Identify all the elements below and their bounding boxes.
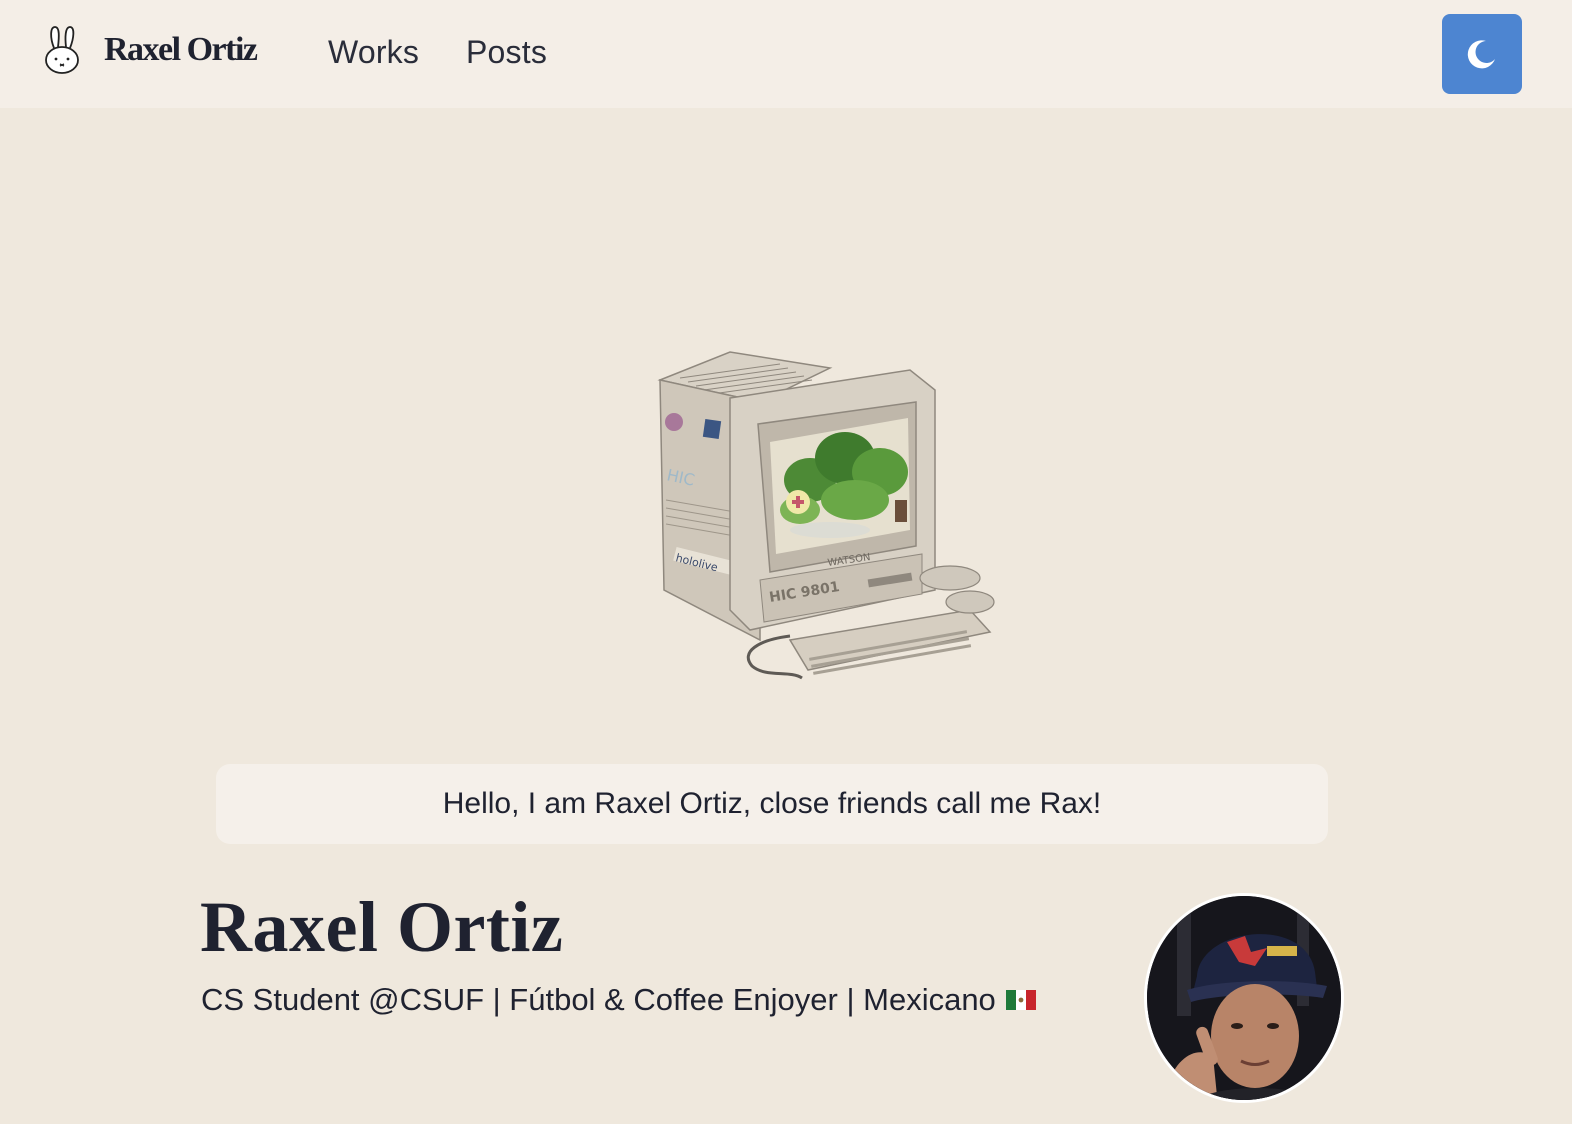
nav-works-link[interactable]: Works: [328, 34, 419, 71]
profile-tagline: CS Student @CSUF | Fútbol & Coffee Enjoy…: [201, 982, 1036, 1018]
greeting-banner: Hello, I am Raxel Ortiz, close friends c…: [216, 764, 1328, 844]
retro-computer-illustration: HIC hololive WATSON HIC 9801: [640, 340, 1010, 690]
bunny-icon: [45, 26, 79, 74]
navbar: Raxel Ortiz Works Posts: [0, 0, 1572, 108]
nav-posts-link[interactable]: Posts: [466, 34, 547, 71]
brand-name: Raxel Ortiz: [104, 31, 258, 68]
theme-toggle-button[interactable]: [1442, 14, 1522, 94]
mexico-flag-icon: [1005, 990, 1036, 1010]
moon-icon: [1467, 40, 1495, 69]
profile-name: Raxel Ortiz: [200, 887, 564, 967]
tagline-text: CS Student @CSUF | Fútbol & Coffee Enjoy…: [201, 982, 996, 1017]
brand-home-link[interactable]: Raxel Ortiz: [40, 20, 258, 80]
avatar: [1144, 893, 1344, 1103]
